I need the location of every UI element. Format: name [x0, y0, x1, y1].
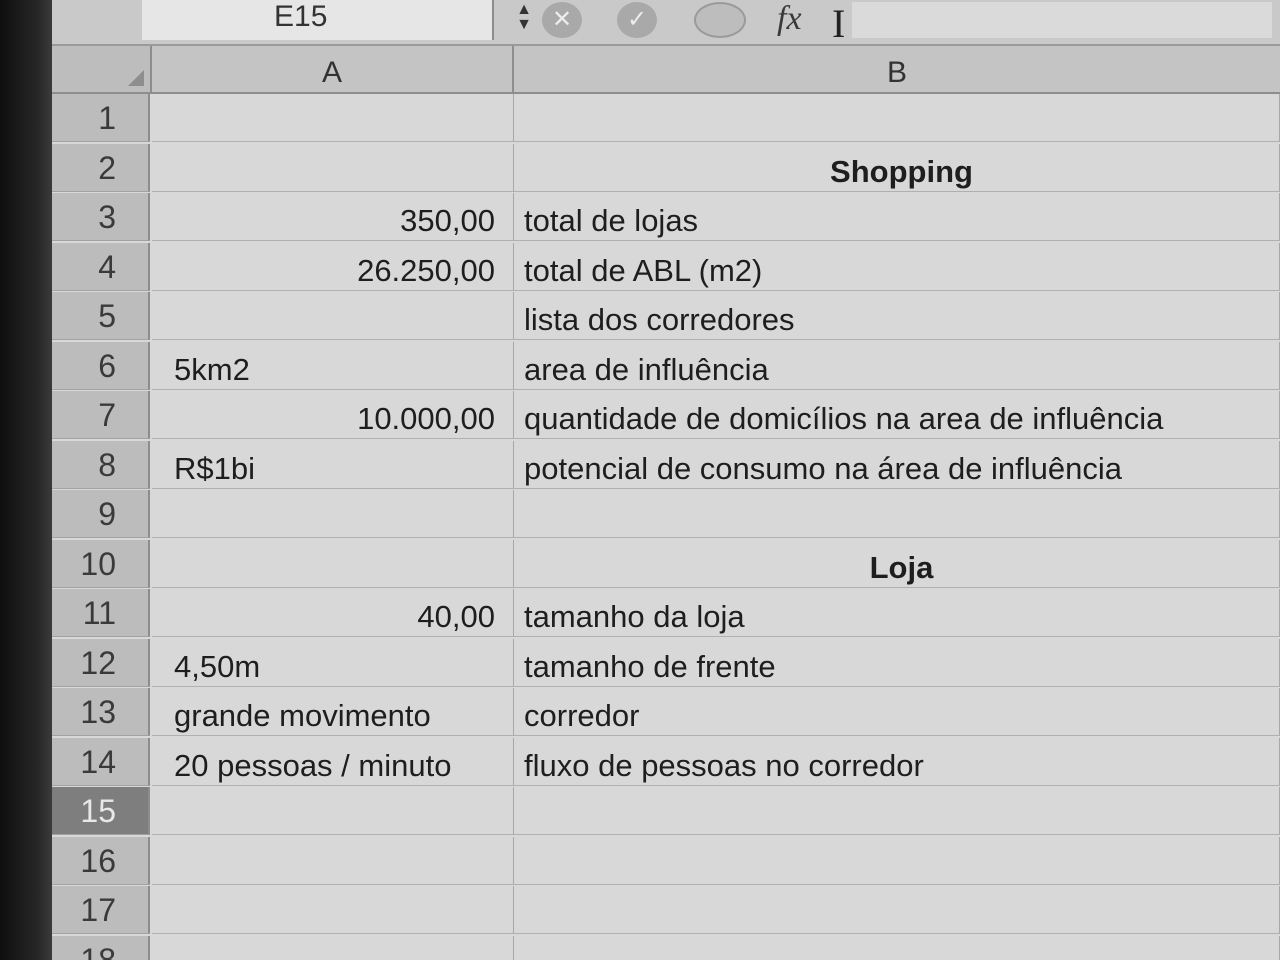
row-header[interactable]: 12 — [52, 639, 150, 687]
row-header[interactable]: 10 — [52, 540, 150, 588]
row-header[interactable]: 7 — [52, 391, 150, 439]
cell-b13[interactable]: corredor — [514, 688, 1280, 736]
row-header[interactable]: 18 — [52, 936, 150, 960]
cell-a7[interactable]: 10.000,00 — [152, 391, 514, 439]
worksheet-grid[interactable]: A B 1 2 Shopping 3 350,00 total de lojas 4 26.2… — [52, 46, 1280, 960]
cell-a11[interactable]: 40,00 — [152, 589, 514, 637]
cell-a4[interactable]: 26.250,00 — [152, 243, 514, 291]
cell-b11[interactable]: tamanho da loja — [514, 589, 1280, 637]
cell-a6[interactable]: 5km2 — [152, 342, 514, 390]
name-box[interactable]: E15 — [142, 0, 494, 40]
cell-a3[interactable]: 350,00 — [152, 193, 514, 241]
row-header[interactable]: 5 — [52, 292, 150, 340]
cell-a1[interactable] — [152, 94, 514, 142]
select-all-corner[interactable] — [52, 46, 152, 94]
confirm-check-icon[interactable]: ✓ — [617, 2, 657, 38]
cell-b6[interactable]: area de influência — [514, 342, 1280, 390]
cell-b18[interactable] — [514, 936, 1280, 960]
cell-b14[interactable]: fluxo de pessoas no corredor — [514, 738, 1280, 786]
cell-b17[interactable] — [514, 886, 1280, 934]
row-header[interactable]: 8 — [52, 441, 150, 489]
cell-reference: E15 — [274, 0, 328, 33]
cell-a2[interactable] — [152, 144, 514, 192]
cell-b4[interactable]: total de ABL (m2) — [514, 243, 1280, 291]
fx-icon[interactable]: fx — [777, 0, 802, 38]
row-header[interactable]: 6 — [52, 342, 150, 390]
cell-a5[interactable] — [152, 292, 514, 340]
cell-a13[interactable]: grande movimento — [152, 688, 514, 736]
cell-a17[interactable] — [152, 886, 514, 934]
cell-a14[interactable]: 20 pessoas / minuto — [152, 738, 514, 786]
cell-a10[interactable] — [152, 540, 514, 588]
text-cursor-icon: I — [832, 1, 846, 46]
cell-b2[interactable]: Shopping — [514, 144, 1280, 192]
row-header[interactable]: 3 — [52, 193, 150, 241]
row-header[interactable]: 15 — [52, 787, 150, 835]
row-header[interactable]: 17 — [52, 886, 150, 934]
row-header[interactable]: 11 — [52, 589, 150, 637]
row-header[interactable]: 9 — [52, 490, 150, 538]
cell-b7[interactable]: quantidade de domicílios na area de infl… — [514, 391, 1280, 439]
cell-b8[interactable]: potencial de consumo na área de influênc… — [514, 441, 1280, 489]
cell-b15[interactable] — [514, 787, 1280, 835]
cell-a18[interactable] — [152, 936, 514, 960]
cell-a16[interactable] — [152, 837, 514, 885]
cell-b10[interactable]: Loja — [514, 540, 1280, 588]
spreadsheet-window: E15 ▲ ▼ ✕ ✓ fx I A B 1 2 Shopping 3 350,00 tot… — [0, 0, 1280, 960]
name-box-stepper-icon[interactable]: ▲ ▼ — [504, 2, 544, 38]
monitor-bezel — [0, 0, 52, 960]
cell-b12[interactable]: tamanho de frente — [514, 639, 1280, 687]
cell-b5[interactable]: lista dos corredores — [514, 292, 1280, 340]
cell-b9[interactable] — [514, 490, 1280, 538]
row-header[interactable]: 16 — [52, 837, 150, 885]
row-header[interactable]: 2 — [52, 144, 150, 192]
row-header[interactable]: 1 — [52, 94, 150, 142]
row-header[interactable]: 14 — [52, 738, 150, 786]
function-wizard-button[interactable] — [694, 2, 746, 38]
cell-b1[interactable] — [514, 94, 1280, 142]
cell-a9[interactable] — [152, 490, 514, 538]
formula-bar: E15 ▲ ▼ ✕ ✓ fx I — [52, 0, 1280, 46]
formula-input[interactable] — [852, 2, 1272, 38]
cell-a8[interactable]: R$1bi — [152, 441, 514, 489]
select-all-triangle-icon — [128, 70, 144, 86]
column-header-b[interactable]: B — [514, 46, 1280, 94]
row-header[interactable]: 4 — [52, 243, 150, 291]
column-header-a[interactable]: A — [152, 46, 514, 94]
cancel-icon[interactable]: ✕ — [542, 2, 582, 38]
row-header[interactable]: 13 — [52, 688, 150, 736]
cell-a12[interactable]: 4,50m — [152, 639, 514, 687]
cell-b16[interactable] — [514, 837, 1280, 885]
cell-b3[interactable]: total de lojas — [514, 193, 1280, 241]
cell-a15[interactable] — [152, 787, 514, 835]
